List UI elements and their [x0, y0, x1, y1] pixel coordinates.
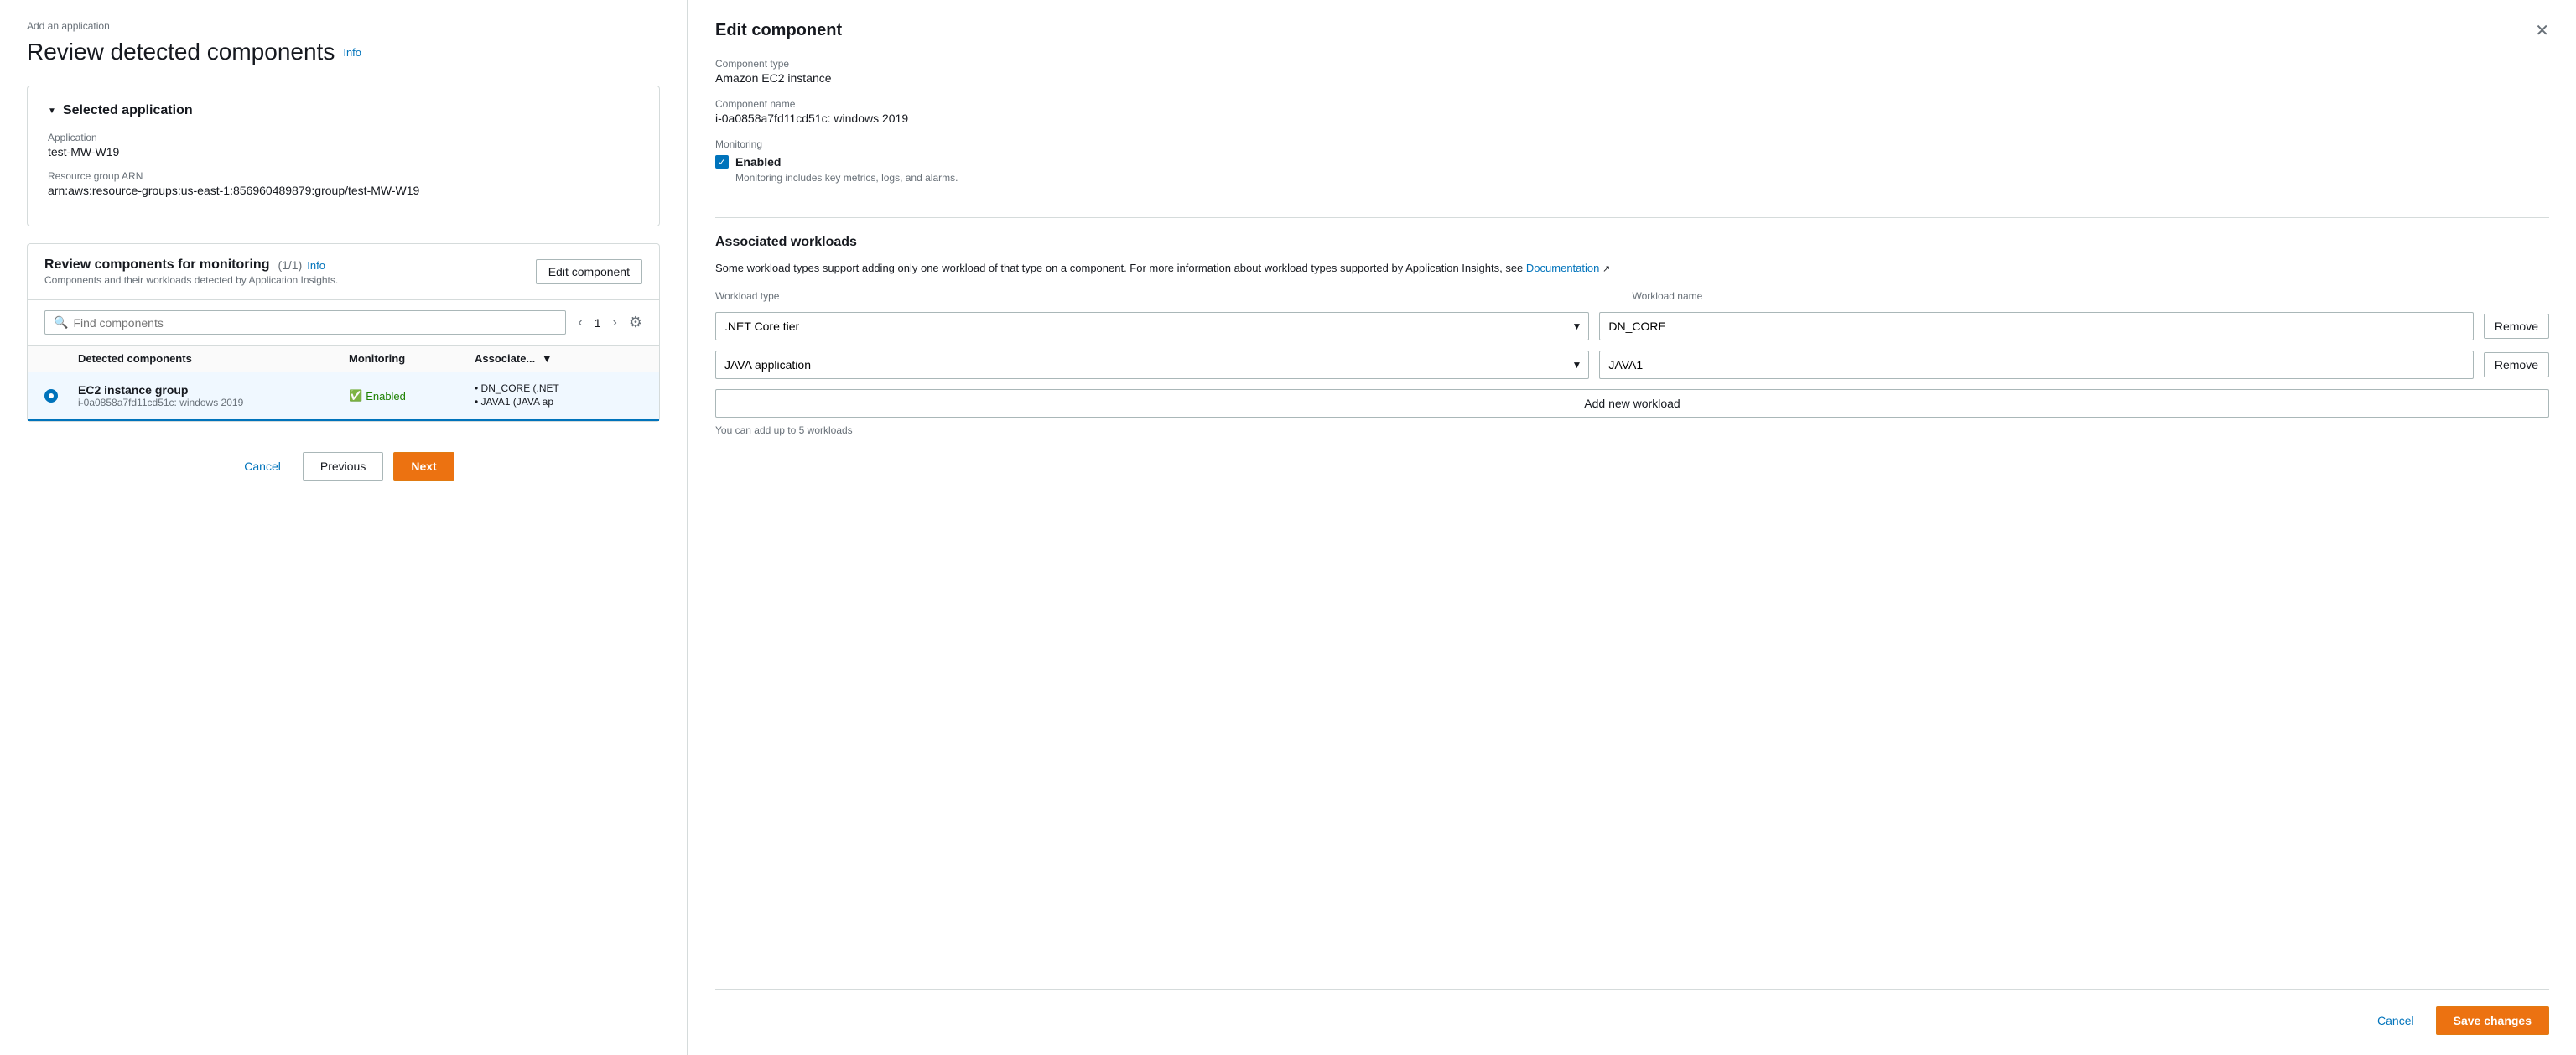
workload-type-select-wrap-1: .NET Core tier JAVA application Other ▼	[715, 312, 1589, 340]
panel-header: Edit component ✕	[715, 20, 2549, 41]
search-input[interactable]	[73, 316, 557, 330]
cancel-button[interactable]: Cancel	[232, 453, 293, 480]
components-count: (1/1)	[278, 258, 302, 272]
page-number: 1	[595, 316, 601, 330]
monitoring-hint: Monitoring includes key metrics, logs, a…	[735, 172, 2549, 184]
right-panel: Edit component ✕ Component type Amazon E…	[688, 0, 2576, 1055]
comp-type-value: Amazon EC2 instance	[715, 71, 2549, 85]
workload-item: • JAVA1 (JAVA ap	[475, 396, 642, 408]
table-row[interactable]: EC2 instance group i-0a0858a7fd11cd51c: …	[28, 372, 659, 421]
comp-name-label: Component name	[715, 98, 2549, 110]
arn-value: arn:aws:resource-groups:us-east-1:856960…	[48, 184, 639, 197]
monitoring-badge: ✅ Enabled	[349, 389, 475, 403]
divider	[715, 217, 2549, 218]
workload-list: • DN_CORE (.NET • JAVA1 (JAVA ap	[475, 382, 642, 409]
comp-type-label: Component type	[715, 58, 2549, 70]
comp-name-value: i-0a0858a7fd11cd51c: windows 2019	[715, 112, 2549, 125]
arn-label: Resource group ARN	[48, 170, 639, 182]
previous-button[interactable]: Previous	[303, 452, 383, 481]
add-workload-button[interactable]: Add new workload	[715, 389, 2549, 418]
title-info-link[interactable]: Info	[343, 46, 361, 59]
right-bottom-nav: Cancel Save changes	[715, 989, 2549, 1035]
save-changes-button[interactable]: Save changes	[2436, 1006, 2549, 1035]
row-monitoring: ✅ Enabled	[349, 389, 475, 403]
component-id: i-0a0858a7fd11cd51c: windows 2019	[78, 397, 349, 408]
assoc-title: Associated workloads	[715, 235, 2549, 250]
search-input-wrap: 🔍	[44, 310, 566, 335]
next-page-button[interactable]: ›	[608, 314, 622, 332]
prev-page-button[interactable]: ‹	[573, 314, 587, 332]
components-title: Review components for monitoring	[44, 257, 269, 273]
workload-name-input-1[interactable]	[1599, 312, 2473, 340]
components-subtitle: Components and their workloads detected …	[44, 274, 338, 286]
components-section: Review components for monitoring (1/1) I…	[27, 243, 660, 422]
workload-row-2: .NET Core tier JAVA application Other ▼ …	[715, 351, 2549, 379]
remove-button-2[interactable]: Remove	[2484, 352, 2549, 377]
assoc-desc: Some workload types support adding only …	[715, 260, 2549, 277]
radio-button[interactable]	[44, 389, 58, 403]
left-panel: Add an application Review detected compo…	[0, 0, 688, 1055]
col-associate: Associate... ▼	[475, 352, 642, 365]
monitoring-row: ✓ Enabled	[715, 155, 2549, 169]
selected-application-card: ▼ Selected application Application test-…	[27, 86, 660, 226]
components-info-link[interactable]: Info	[307, 259, 325, 272]
pagination-controls: ‹ 1 › ⚙	[573, 314, 642, 332]
next-button[interactable]: Next	[393, 452, 454, 481]
monitoring-checkbox[interactable]: ✓	[715, 155, 729, 169]
panel-title: Edit component	[715, 21, 842, 40]
workload-limit: You can add up to 5 workloads	[715, 424, 2549, 436]
workload-name-header: Workload name	[1633, 290, 2540, 302]
card-title: ▼ Selected application	[48, 103, 639, 118]
external-link-icon: ↗	[1602, 264, 1610, 274]
monitoring-section: Monitoring ✓ Enabled Monitoring includes…	[715, 138, 2549, 184]
settings-button[interactable]: ⚙	[629, 314, 642, 331]
check-circle-icon: ✅	[349, 389, 362, 403]
collapse-icon[interactable]: ▼	[48, 107, 56, 116]
documentation-link[interactable]: Documentation	[1526, 262, 1599, 274]
app-value: test-MW-W19	[48, 145, 639, 159]
monitoring-label: Monitoring	[715, 138, 2549, 150]
workload-item: • DN_CORE (.NET	[475, 382, 642, 394]
edit-component-button[interactable]: Edit component	[536, 259, 642, 284]
remove-button-1[interactable]: Remove	[2484, 314, 2549, 339]
workload-type-select-2[interactable]: .NET Core tier JAVA application Other	[716, 351, 1588, 378]
right-cancel-button[interactable]: Cancel	[2366, 1006, 2426, 1035]
monitoring-enabled-label: Enabled	[735, 155, 781, 169]
table-header: Detected components Monitoring Associate…	[28, 346, 659, 372]
workload-type-select-1[interactable]: .NET Core tier JAVA application Other	[716, 313, 1588, 340]
workload-type-select-wrap-2: .NET Core tier JAVA application Other ▼	[715, 351, 1589, 379]
workload-row-1: .NET Core tier JAVA application Other ▼ …	[715, 312, 2549, 340]
col-monitoring: Monitoring	[349, 352, 475, 365]
workload-name-input-2[interactable]	[1599, 351, 2473, 379]
page-title: Review detected components Info	[27, 39, 660, 65]
breadcrumb: Add an application	[27, 20, 660, 32]
app-label: Application	[48, 132, 639, 143]
row-radio[interactable]	[44, 389, 78, 403]
col-components: Detected components	[78, 352, 349, 365]
workload-type-header: Workload type	[715, 290, 1623, 302]
close-button[interactable]: ✕	[2535, 20, 2549, 41]
row-component-info: EC2 instance group i-0a0858a7fd11cd51c: …	[78, 383, 349, 408]
search-icon: 🔍	[54, 315, 68, 330]
search-bar-row: 🔍 ‹ 1 › ⚙	[28, 300, 659, 346]
component-name: EC2 instance group	[78, 383, 349, 397]
workload-headers: Workload type Workload name	[715, 290, 2549, 309]
components-title-wrap: Review components for monitoring (1/1) I…	[44, 257, 338, 286]
bottom-navigation: Cancel Previous Next	[27, 439, 660, 487]
check-icon: ✓	[718, 157, 725, 168]
components-header: Review components for monitoring (1/1) I…	[28, 244, 659, 300]
